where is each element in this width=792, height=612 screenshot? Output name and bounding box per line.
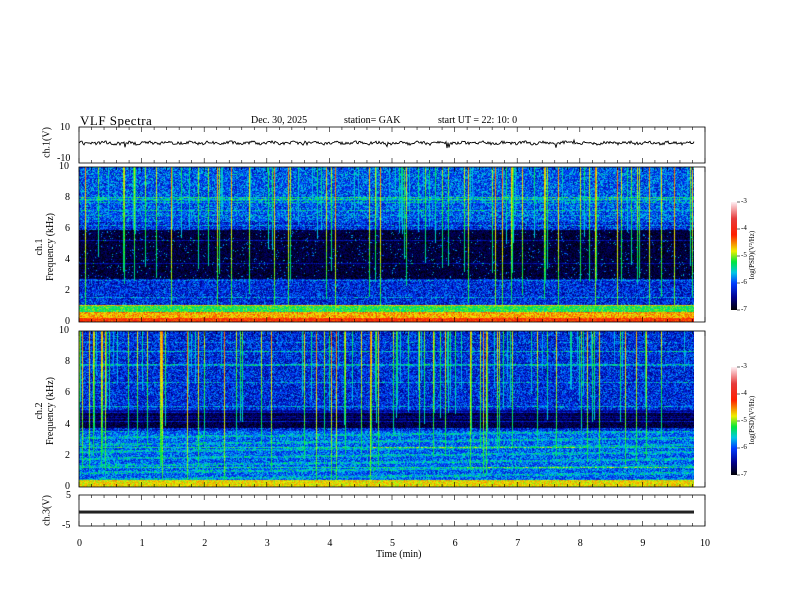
colorbar-tick-label: -6 — [741, 443, 747, 451]
colorbar-tick-label: -4 — [741, 389, 747, 397]
panel-frame — [78, 166, 706, 323]
ch1-waveform-line — [78, 138, 695, 149]
colorbar-tick-label: -5 — [741, 251, 747, 259]
colorbar-tick-label: -3 — [741, 362, 747, 370]
ch2-colorbar-label: log(PSD)(V²/Hz) — [748, 395, 756, 445]
colorbar-tick-label: -7 — [741, 305, 747, 313]
panel-frame — [78, 126, 706, 164]
colorbar-tick-label: -3 — [741, 197, 747, 205]
plot-axes — [78, 126, 740, 527]
vlf-spectra-figure: VLF Spectra Dec. 30, 2025 station= GAK s… — [0, 0, 792, 612]
colorbar-tick-label: -4 — [741, 224, 747, 232]
ch3-waveform-line — [79, 510, 694, 514]
ch1-colorbar-label: log(PSD)(V²/Hz) — [748, 230, 756, 280]
colorbar-tick-label: -6 — [741, 278, 747, 286]
colorbar-tick-label: -7 — [741, 470, 747, 478]
panel-frame — [78, 330, 706, 488]
colorbar-tick-label: -5 — [741, 416, 747, 424]
